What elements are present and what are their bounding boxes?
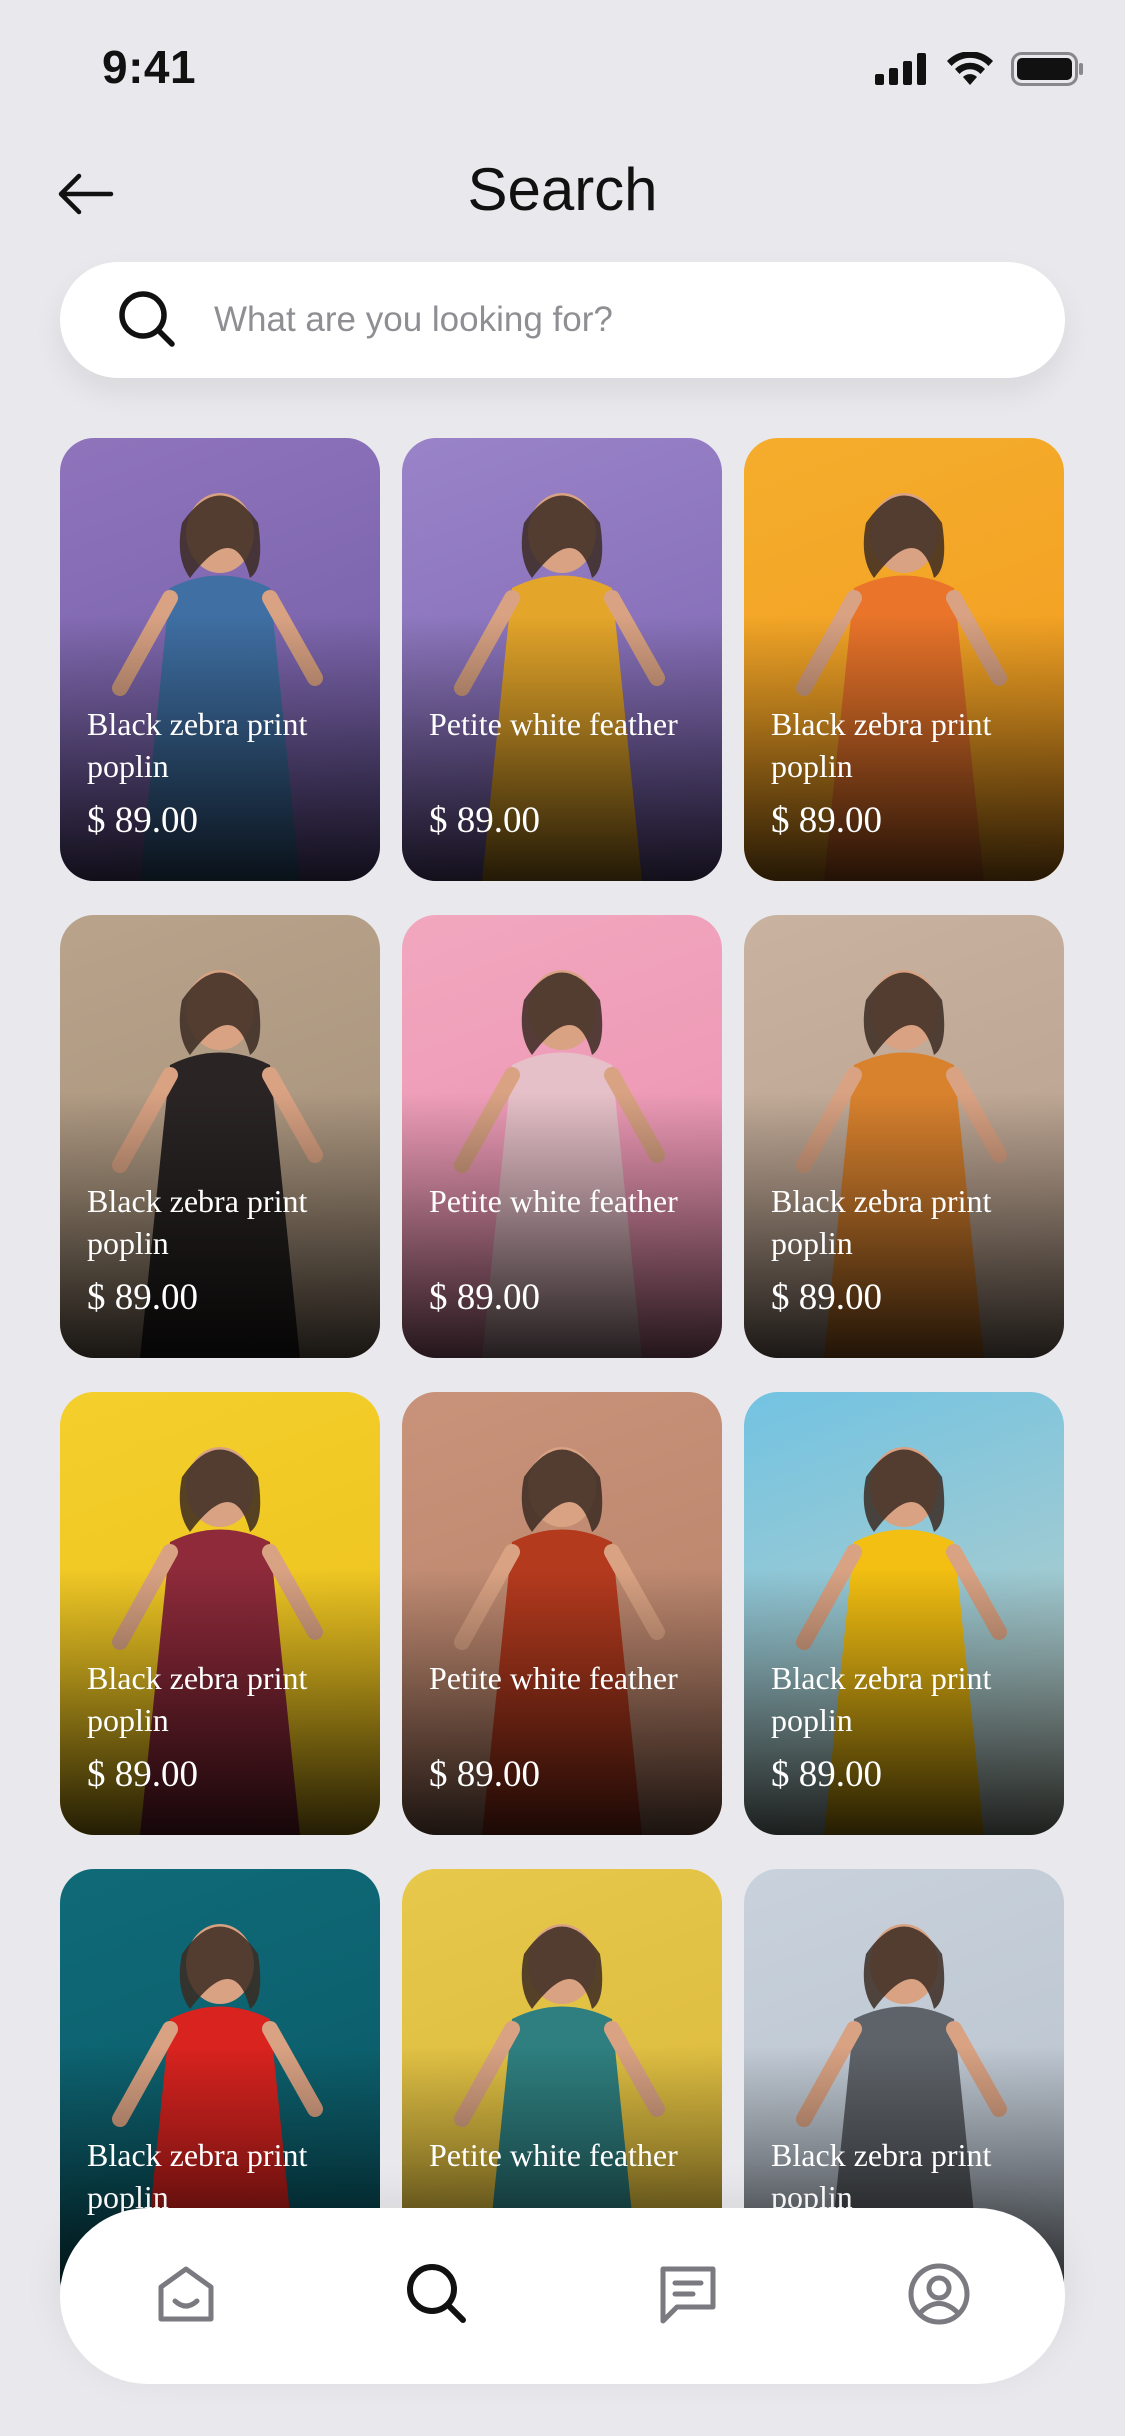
product-card[interactable]: Black zebra print poplin $ 89.00: [60, 438, 380, 881]
product-card[interactable]: Black zebra print poplin $ 89.00: [744, 438, 1064, 881]
chat-icon: [657, 2263, 719, 2330]
product-name: Black zebra print poplin: [771, 1183, 992, 1261]
product-card[interactable]: Black zebra print poplin $ 89.00: [744, 1392, 1064, 1835]
search-icon: [116, 288, 180, 352]
product-name: Black zebra print poplin: [87, 2137, 308, 2215]
product-card[interactable]: Petite white feather $ 89.00: [402, 915, 722, 1358]
cellular-signal-icon: [875, 53, 929, 90]
status-icons: [875, 51, 1085, 91]
product-price: $ 89.00: [87, 1277, 198, 1318]
profile-icon: [907, 2262, 971, 2331]
product-name: Black zebra print poplin: [771, 706, 992, 784]
product-grid: Black zebra print poplin $ 89.00 Petite w…: [60, 438, 1065, 2312]
search-icon: [404, 2261, 470, 2332]
product-name: Black zebra print poplin: [87, 1660, 308, 1738]
search-bar[interactable]: [60, 262, 1065, 378]
product-price: $ 89.00: [87, 1754, 198, 1795]
product-price: $ 89.00: [429, 800, 540, 841]
product-price: $ 89.00: [87, 800, 198, 841]
product-name: Black zebra print poplin: [771, 2137, 992, 2215]
product-name: Black zebra print poplin: [87, 706, 308, 784]
page-title: Search: [467, 156, 658, 223]
product-name: Black zebra print poplin: [771, 1660, 992, 1738]
search-input[interactable]: [214, 300, 994, 340]
product-price: $ 89.00: [771, 800, 882, 841]
product-price: $ 89.00: [771, 1754, 882, 1795]
product-card[interactable]: Black zebra print poplin $ 89.00: [60, 1392, 380, 1835]
product-card[interactable]: Petite white feather $ 89.00: [402, 1392, 722, 1835]
product-card[interactable]: Black zebra print poplin $ 89.00: [744, 915, 1064, 1358]
status-bar: 9:41: [0, 0, 1125, 140]
product-price: $ 89.00: [771, 1277, 882, 1318]
product-name: Petite white feather: [429, 706, 678, 742]
product-name: Petite white feather: [429, 1660, 678, 1696]
product-name: Petite white feather: [429, 2137, 678, 2173]
messages-tab[interactable]: [633, 2241, 743, 2351]
profile-tab[interactable]: [884, 2241, 994, 2351]
product-price: $ 89.00: [429, 1754, 540, 1795]
status-time: 9:41: [102, 41, 197, 93]
battery-icon: [1011, 52, 1085, 91]
search-tab[interactable]: [382, 2241, 492, 2351]
wifi-icon: [947, 51, 993, 91]
product-name: Black zebra print poplin: [87, 1183, 308, 1261]
product-card[interactable]: Black zebra print poplin $ 89.00: [60, 915, 380, 1358]
product-card[interactable]: Petite white feather $ 89.00: [402, 438, 722, 881]
product-name: Petite white feather: [429, 1183, 678, 1219]
product-price: $ 89.00: [429, 1277, 540, 1318]
bottom-tab-bar: [60, 2208, 1065, 2384]
home-tab[interactable]: [131, 2241, 241, 2351]
home-icon: [155, 2263, 217, 2330]
